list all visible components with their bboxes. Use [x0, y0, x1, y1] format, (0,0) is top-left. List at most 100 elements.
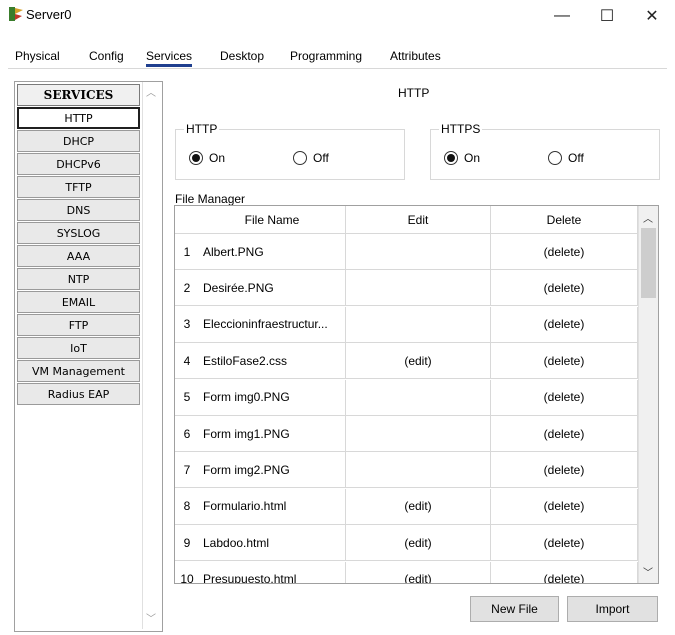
service-item-dns[interactable]: DNS: [17, 199, 140, 221]
row-file-name[interactable]: Eleccioninfraestructur...: [199, 306, 346, 343]
row-file-name[interactable]: EstiloFase2.css: [199, 343, 346, 380]
scroll-down-icon[interactable]: ﹀: [146, 610, 156, 625]
row-file-name[interactable]: Formulario.html: [199, 488, 346, 525]
row-number: 5: [175, 380, 199, 416]
scroll-thumb[interactable]: [641, 228, 656, 298]
row-number: 8: [175, 489, 199, 525]
row-file-name[interactable]: Presupuesto.html: [199, 561, 346, 583]
service-item-ftp[interactable]: FTP: [17, 314, 140, 336]
row-number: 7: [175, 452, 199, 489]
file-manager-scrollbar[interactable]: ︿ ﹀: [638, 206, 658, 583]
window-title: Server0: [26, 7, 72, 22]
row-edit-link: [346, 234, 491, 270]
row-number: 4: [175, 343, 199, 380]
row-delete-link[interactable]: (delete): [491, 561, 638, 583]
http-on-label: On: [209, 151, 226, 165]
row-file-name[interactable]: Desirée.PNG: [199, 270, 346, 307]
service-item-aaa[interactable]: AAA: [17, 245, 140, 267]
row-file-name[interactable]: Form img2.PNG: [199, 452, 346, 489]
row-delete-link[interactable]: (delete): [491, 452, 638, 489]
scroll-down-icon[interactable]: ﹀: [643, 564, 653, 579]
service-item-http[interactable]: HTTP: [17, 107, 140, 129]
row-file-name[interactable]: Albert.PNG: [199, 234, 346, 270]
column-edit[interactable]: Edit: [346, 206, 491, 234]
radio-unselected-icon: [548, 151, 562, 165]
tab-attributes[interactable]: Attributes: [390, 49, 441, 63]
service-item-dhcp[interactable]: DHCP: [17, 130, 140, 152]
service-item-syslog[interactable]: SYSLOG: [17, 222, 140, 244]
row-number: 9: [175, 525, 199, 562]
row-number: 6: [175, 416, 199, 452]
table-row[interactable]: 7 Form img2.PNG (delete): [175, 452, 638, 489]
row-file-name[interactable]: Form img0.PNG: [199, 379, 346, 416]
table-row[interactable]: 5 Form img0.PNG (delete): [175, 379, 638, 416]
row-edit-link[interactable]: (edit): [346, 525, 491, 562]
service-item-radius-eap[interactable]: Radius EAP: [17, 383, 140, 405]
tab-physical[interactable]: Physical: [15, 49, 60, 63]
row-delete-link[interactable]: (delete): [491, 306, 638, 343]
row-delete-link[interactable]: (delete): [491, 525, 638, 562]
table-row[interactable]: 9 Labdoo.html (edit) (delete): [175, 525, 638, 562]
service-item-ntp[interactable]: NTP: [17, 268, 140, 290]
service-item-iot[interactable]: IoT: [17, 337, 140, 359]
service-item-tftp[interactable]: TFTP: [17, 176, 140, 198]
packet-tracer-app-icon: [9, 7, 23, 21]
new-file-button[interactable]: New File: [470, 596, 559, 622]
table-header: File Name Edit Delete: [175, 206, 638, 234]
scroll-up-icon[interactable]: ︿: [643, 210, 653, 225]
tab-programming[interactable]: Programming: [290, 49, 362, 63]
row-file-name[interactable]: Labdoo.html: [199, 525, 346, 562]
row-edit-link: [346, 306, 491, 343]
https-on-radio[interactable]: On: [444, 151, 480, 165]
https-off-radio[interactable]: Off: [548, 151, 584, 165]
row-edit-link: [346, 379, 491, 416]
tab-config[interactable]: Config: [89, 49, 124, 63]
column-file-name[interactable]: File Name: [199, 206, 346, 234]
row-number: 3: [175, 307, 199, 343]
row-edit-link[interactable]: (edit): [346, 343, 491, 380]
https-off-label: Off: [568, 151, 584, 165]
import-button[interactable]: Import: [567, 596, 658, 622]
row-delete-link[interactable]: (delete): [491, 379, 638, 416]
maximize-button[interactable]: ☐: [585, 0, 629, 32]
table-row[interactable]: 10 Presupuesto.html (edit) (delete): [175, 561, 638, 583]
row-number: 2: [175, 270, 199, 307]
http-group-legend: HTTP: [184, 122, 220, 136]
row-edit-link: [346, 452, 491, 489]
tab-desktop[interactable]: Desktop: [220, 49, 264, 63]
scroll-up-icon[interactable]: ︿: [146, 84, 156, 99]
table-row[interactable]: 2 Desirée.PNG (delete): [175, 270, 638, 307]
tab-bar: Physical Config Services Desktop Program…: [0, 44, 675, 68]
table-row[interactable]: 1 Albert.PNG (delete): [175, 234, 638, 270]
section-title: HTTP: [398, 86, 430, 100]
row-delete-link[interactable]: (delete): [491, 488, 638, 525]
http-off-radio[interactable]: Off: [293, 151, 329, 165]
row-delete-link[interactable]: (delete): [491, 343, 638, 380]
service-item-dhcpv6[interactable]: DHCPv6: [17, 153, 140, 175]
https-on-label: On: [464, 151, 481, 165]
service-item-vm-management[interactable]: VM Management: [17, 360, 140, 382]
row-edit-link: [346, 416, 491, 452]
row-edit-link[interactable]: (edit): [346, 561, 491, 583]
close-button[interactable]: ✕: [630, 0, 674, 32]
column-delete[interactable]: Delete: [491, 206, 638, 234]
services-scrollbar[interactable]: ︿ ﹀: [142, 82, 161, 629]
title-bar: Server0 — ☐ ✕: [0, 0, 675, 32]
radio-selected-icon: [189, 151, 203, 165]
row-file-name[interactable]: Form img1.PNG: [199, 416, 346, 452]
table-row[interactable]: 8 Formulario.html (edit) (delete): [175, 488, 638, 525]
table-row[interactable]: 6 Form img1.PNG (delete): [175, 416, 638, 452]
minimize-button[interactable]: —: [540, 0, 584, 32]
tab-services[interactable]: Services: [146, 49, 193, 67]
services-list: SERVICES HTTP DHCP DHCPv6 TFTP DNS SYSLO…: [17, 84, 140, 406]
tab-divider: [8, 68, 667, 69]
http-off-label: Off: [313, 151, 329, 165]
http-on-radio[interactable]: On: [189, 151, 225, 165]
row-delete-link[interactable]: (delete): [491, 270, 638, 307]
row-delete-link[interactable]: (delete): [491, 416, 638, 452]
table-row[interactable]: 3 Eleccioninfraestructur... (delete): [175, 306, 638, 343]
row-delete-link[interactable]: (delete): [491, 234, 638, 270]
service-item-email[interactable]: EMAIL: [17, 291, 140, 313]
table-row[interactable]: 4 EstiloFase2.css (edit) (delete): [175, 343, 638, 380]
row-edit-link[interactable]: (edit): [346, 488, 491, 525]
